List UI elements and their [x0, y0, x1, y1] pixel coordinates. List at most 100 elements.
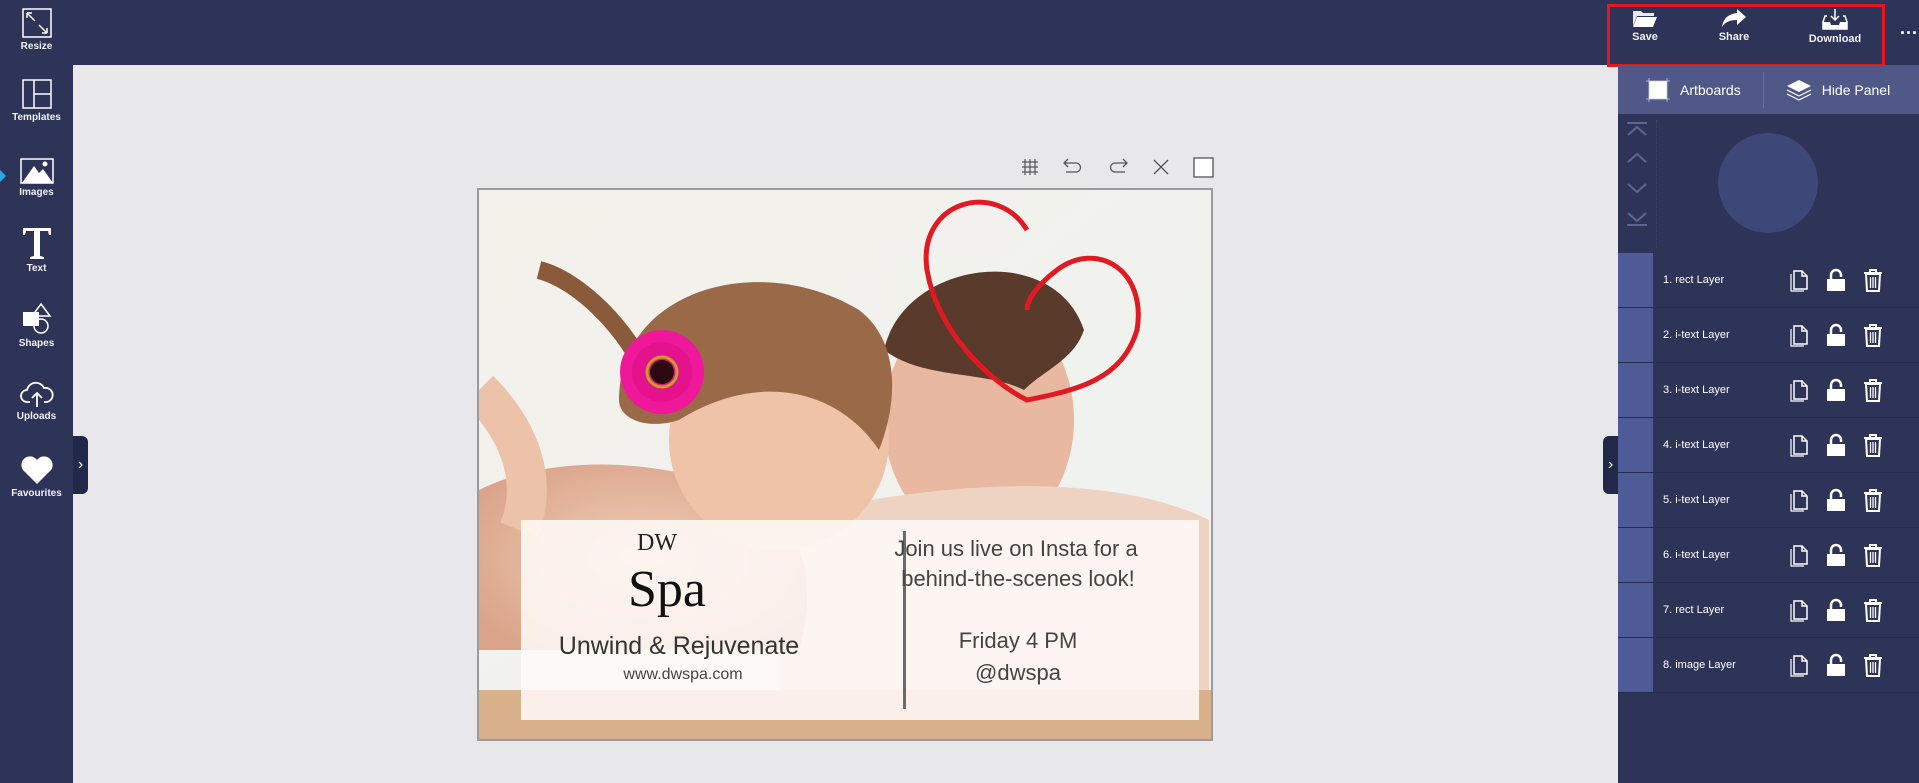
layer-row[interactable]: 6. i-text Layer — [1618, 528, 1919, 583]
duplicate-icon[interactable] — [1789, 323, 1809, 347]
layer-name: 3. i-text Layer — [1663, 384, 1730, 396]
sidebar-item-favourites[interactable]: Favourites — [0, 455, 73, 499]
hide-panel-button[interactable]: Hide Panel — [1786, 65, 1891, 114]
lock-icon[interactable] — [1826, 598, 1846, 622]
duplicate-icon[interactable] — [1789, 488, 1809, 512]
flower — [620, 330, 704, 414]
instagram-handle[interactable]: @dwspa — [975, 660, 1061, 686]
heart-icon — [20, 456, 53, 484]
folder-icon — [1633, 11, 1657, 27]
images-icon — [19, 158, 54, 184]
tagline[interactable]: Unwind & Rejuvenate — [559, 632, 799, 661]
layers-icon — [1786, 79, 1811, 101]
sidebar-item-uploads[interactable]: Uploads — [0, 380, 73, 422]
duplicate-icon[interactable] — [1789, 653, 1809, 677]
event-time[interactable]: Friday 4 PM — [959, 628, 1078, 654]
layer-color-strip — [1618, 528, 1653, 582]
share-button[interactable]: Share — [1694, 8, 1774, 43]
hide-panel-label: Hide Panel — [1821, 81, 1891, 98]
layer-name: 8. image Layer — [1663, 659, 1736, 671]
undo-icon[interactable] — [1063, 158, 1083, 176]
duplicate-icon[interactable] — [1789, 598, 1809, 622]
fullscreen-icon[interactable] — [1193, 157, 1214, 178]
duplicate-icon[interactable] — [1789, 433, 1809, 457]
sidebar-label: Images — [19, 187, 54, 198]
delete-icon[interactable] — [1863, 323, 1883, 347]
brand-big[interactable]: Spa — [628, 560, 706, 619]
delete-icon[interactable] — [1863, 433, 1883, 457]
download-icon — [1822, 9, 1848, 30]
layer-color-strip — [1618, 418, 1653, 472]
layer-row[interactable]: 4. i-text Layer — [1618, 418, 1919, 473]
close-icon[interactable] — [1152, 158, 1170, 176]
grid-icon[interactable] — [1021, 158, 1039, 176]
sidebar-label: Favourites — [11, 488, 62, 499]
expand-right-panel-button[interactable]: › — [1603, 436, 1618, 494]
separator — [1762, 71, 1764, 108]
layer-color-strip — [1618, 253, 1653, 307]
sidebar-label: Text — [26, 263, 47, 274]
lock-icon[interactable] — [1826, 488, 1846, 512]
move-to-bottom-icon[interactable] — [1626, 210, 1648, 226]
layer-row[interactable]: 7. rect Layer — [1618, 583, 1919, 638]
resize-icon — [21, 8, 52, 38]
sidebar-label: Shapes — [18, 338, 55, 349]
delete-icon[interactable] — [1863, 268, 1883, 292]
promo-line-1[interactable]: Join us live on Insta for a — [894, 536, 1137, 562]
share-label: Share — [1718, 31, 1750, 43]
brand-small[interactable]: DW — [637, 530, 677, 557]
save-button[interactable]: Save — [1605, 8, 1685, 43]
layer-row[interactable]: 2. i-text Layer — [1618, 308, 1919, 363]
left-sidebar: Resize Templates Images Text Shapes Uplo… — [0, 0, 73, 783]
layer-name: 7. rect Layer — [1663, 604, 1725, 616]
sidebar-label: Uploads — [16, 411, 57, 422]
layer-name: 5. i-text Layer — [1663, 494, 1730, 506]
upload-cloud-icon — [19, 381, 54, 407]
layer-name: 1. rect Layer — [1663, 274, 1725, 286]
lock-icon[interactable] — [1826, 378, 1846, 402]
sidebar-label: Templates — [12, 112, 61, 123]
lock-icon[interactable] — [1826, 323, 1846, 347]
text-icon — [22, 228, 51, 259]
sidebar-item-shapes[interactable]: Shapes — [0, 303, 73, 349]
templates-icon — [21, 79, 52, 109]
delete-icon[interactable] — [1863, 543, 1883, 567]
artboards-label: Artboards — [1680, 81, 1741, 98]
move-down-icon[interactable] — [1626, 180, 1648, 196]
lock-icon[interactable] — [1826, 653, 1846, 677]
move-to-top-icon[interactable] — [1626, 122, 1648, 138]
layer-color-strip — [1618, 308, 1653, 362]
artboards-button[interactable]: Artboards — [1646, 65, 1741, 114]
sidebar-item-images[interactable]: Images — [0, 158, 73, 198]
lock-icon[interactable] — [1826, 433, 1846, 457]
delete-icon[interactable] — [1863, 653, 1883, 677]
lock-icon[interactable] — [1826, 268, 1846, 292]
delete-icon[interactable] — [1863, 488, 1883, 512]
sidebar-item-templates[interactable]: Templates — [0, 79, 73, 123]
delete-icon[interactable] — [1863, 598, 1883, 622]
website[interactable]: www.dwspa.com — [623, 666, 742, 684]
sidebar-item-resize[interactable]: Resize — [0, 8, 73, 52]
download-button[interactable]: Download — [1795, 8, 1875, 45]
layer-row[interactable]: 1. rect Layer — [1618, 253, 1919, 308]
promo-line-2[interactable]: behind-the-scenes look! — [901, 566, 1135, 592]
move-up-icon[interactable] — [1626, 150, 1648, 166]
duplicate-icon[interactable] — [1789, 378, 1809, 402]
duplicate-icon[interactable] — [1789, 543, 1809, 567]
expand-left-panel-button[interactable]: › — [73, 436, 88, 494]
save-label: Save — [1632, 31, 1658, 43]
layer-preview — [1718, 133, 1818, 233]
layer-name: 6. i-text Layer — [1663, 549, 1730, 561]
layer-row[interactable]: 3. i-text Layer — [1618, 363, 1919, 418]
delete-icon[interactable] — [1863, 378, 1883, 402]
layer-name: 2. i-text Layer — [1663, 329, 1730, 341]
lock-icon[interactable] — [1826, 543, 1846, 567]
redo-icon[interactable] — [1108, 158, 1128, 176]
duplicate-icon[interactable] — [1789, 268, 1809, 292]
sidebar-item-text[interactable]: Text — [0, 226, 73, 274]
more-options-button[interactable]: ... — [1900, 18, 1918, 39]
layer-row[interactable]: 5. i-text Layer — [1618, 473, 1919, 528]
design-canvas[interactable]: DW Spa Unwind & Rejuvenate www.dwspa.com… — [477, 188, 1213, 741]
layers-list: 1. rect Layer 2. i-text Layer 3. i-text … — [1618, 253, 1919, 693]
layer-row[interactable]: 8. image Layer — [1618, 638, 1919, 693]
